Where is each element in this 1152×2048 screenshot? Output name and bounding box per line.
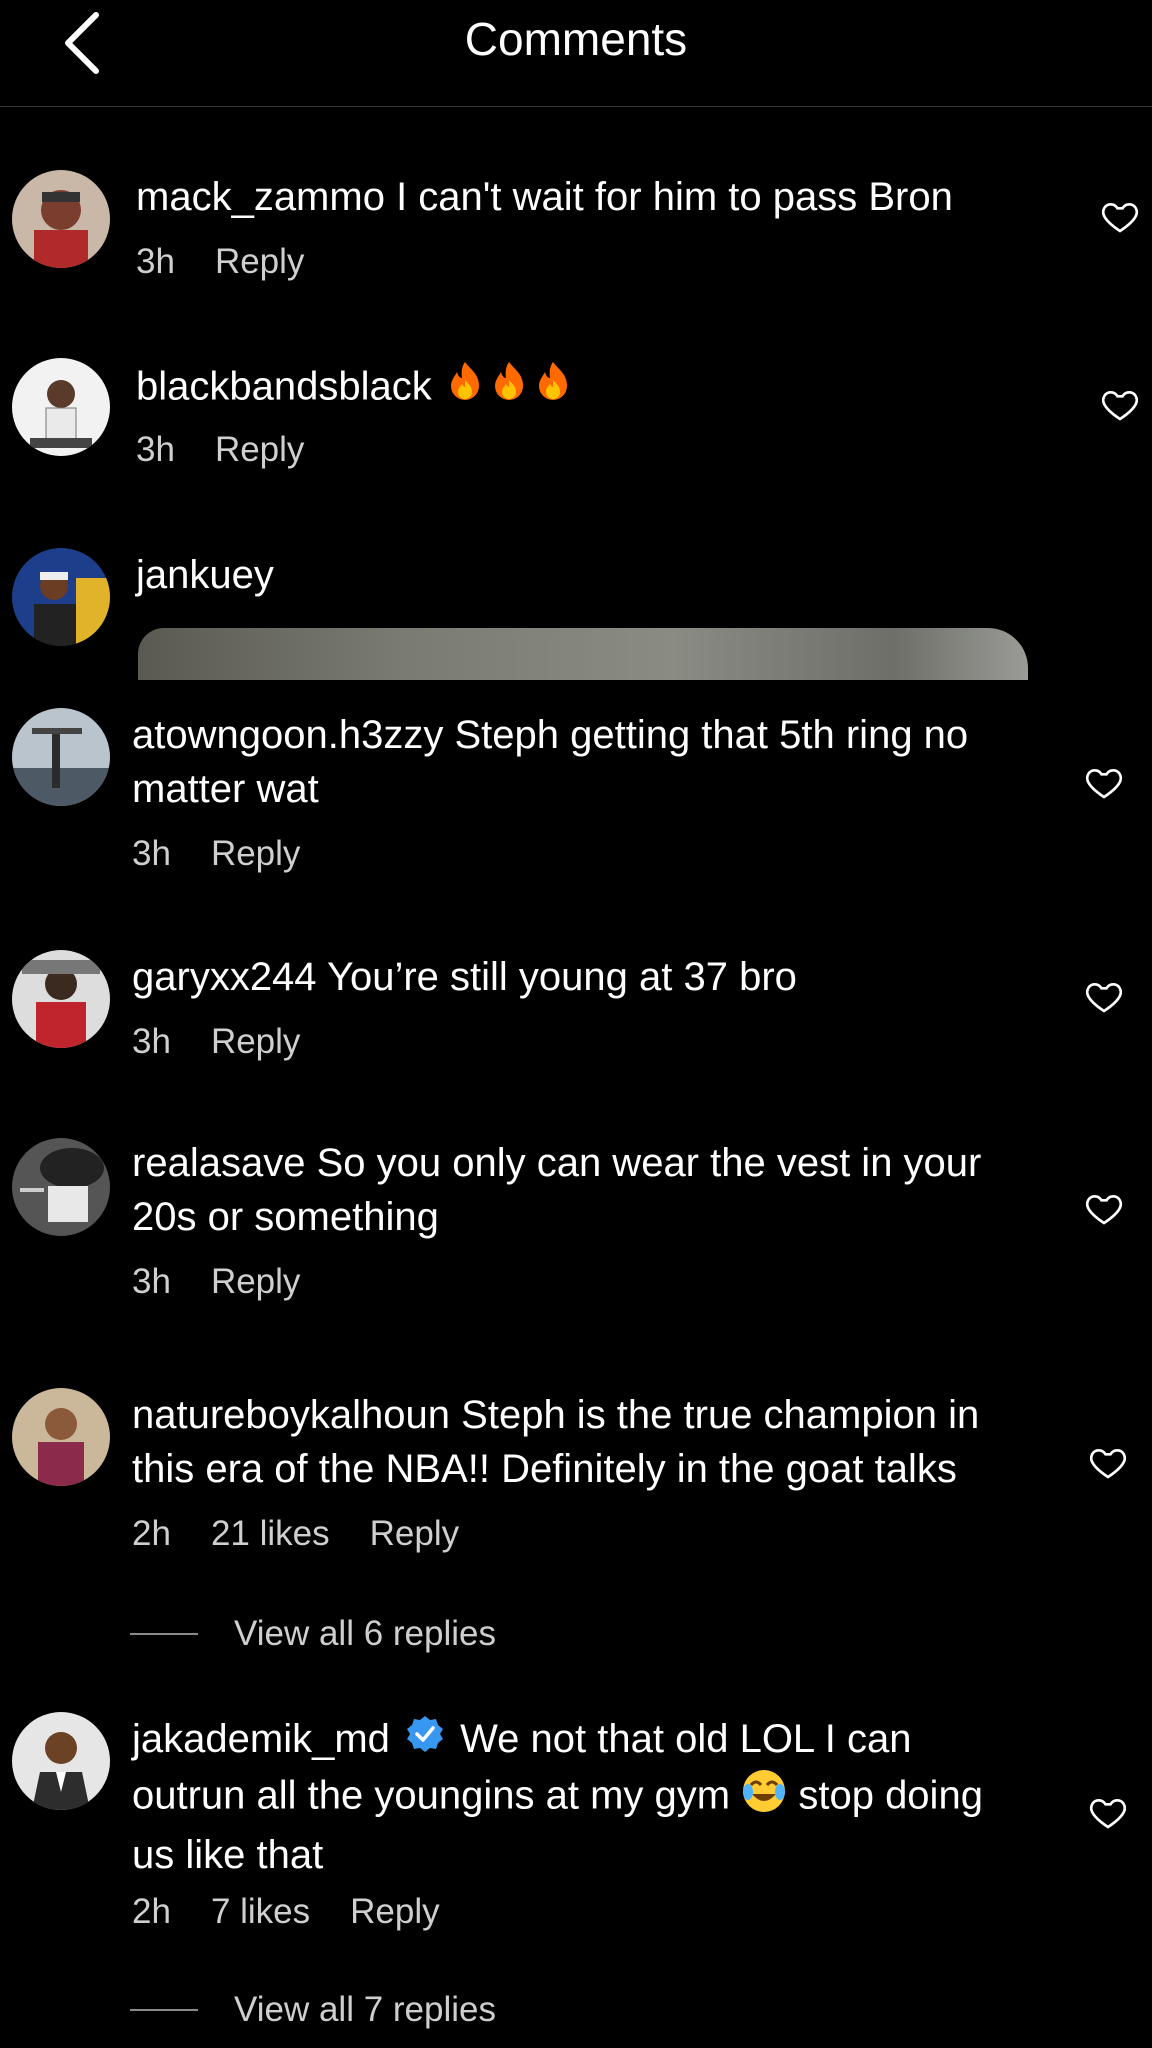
comment-username[interactable]: realasave [132, 1141, 305, 1185]
reply-button[interactable]: Reply [350, 1892, 439, 1932]
heart-outline-icon[interactable] [1084, 1188, 1124, 1228]
view-replies-button[interactable]: View all 6 replies [130, 1614, 496, 1654]
avatar[interactable] [12, 170, 110, 268]
divider [130, 2009, 198, 2011]
view-replies-button[interactable]: View all 7 replies [130, 1990, 496, 2030]
heart-outline-icon[interactable] [1084, 976, 1124, 1016]
comment-time: 3h [132, 1022, 171, 1061]
comment-username[interactable]: blackbandsblack [136, 365, 432, 409]
comment-text-line-2: this era of the NBA!! Definitely in the … [132, 1447, 957, 1491]
avatar[interactable] [12, 1388, 110, 1486]
avatar[interactable] [12, 950, 110, 1048]
comment-text-line-2b: stop doing [798, 1774, 983, 1818]
reply-button[interactable]: Reply [370, 1514, 459, 1554]
comment-text-line-2: matter wat [132, 767, 319, 811]
comment-username[interactable]: mack_zammo [136, 175, 385, 219]
gif-attachment[interactable] [138, 628, 1028, 680]
tears-of-joy-emoji [741, 1768, 787, 1828]
likes-count[interactable]: 7 likes [211, 1892, 310, 1932]
reply-button[interactable]: Reply [211, 834, 300, 874]
comment-time: 3h [132, 1262, 171, 1301]
comment-text-line-2: 20s or something [132, 1195, 439, 1239]
comment-time: 2h [132, 1892, 171, 1931]
avatar[interactable] [12, 1138, 110, 1236]
view-replies-label: View all 6 replies [234, 1614, 496, 1653]
page-title: Comments [464, 13, 688, 65]
comment-time: 3h [132, 834, 171, 873]
avatar[interactable] [12, 708, 110, 806]
heart-outline-icon[interactable] [1100, 196, 1140, 236]
comment-text: Steph is the true champion in [461, 1393, 980, 1437]
comment-time: 3h [136, 430, 175, 469]
reply-button[interactable]: Reply [215, 430, 304, 470]
heart-outline-icon[interactable] [1088, 1442, 1128, 1482]
comment-username[interactable]: natureboykalhoun [132, 1393, 450, 1437]
reply-button[interactable]: Reply [211, 1022, 300, 1062]
comments-header: Comments [0, 0, 1152, 107]
comment-username[interactable]: jankuey [136, 553, 274, 597]
avatar[interactable] [12, 1712, 110, 1810]
likes-count[interactable]: 21 likes [211, 1514, 330, 1554]
comment-username[interactable]: atowngoon.h3zzy [132, 713, 443, 757]
verified-badge-icon [405, 1714, 445, 1768]
reply-button[interactable]: Reply [211, 1262, 300, 1302]
comment-text-line-2: outrun all the youngins at my gym [132, 1774, 731, 1818]
heart-outline-icon[interactable] [1100, 384, 1140, 424]
heart-outline-icon[interactable] [1084, 762, 1124, 802]
comment-text: Steph getting that 5th ring no [454, 713, 969, 757]
comment-time: 2h [132, 1514, 171, 1553]
comment-time: 3h [136, 242, 175, 281]
avatar[interactable] [12, 358, 110, 456]
comment-text: You’re still young at 37 bro [326, 955, 797, 999]
comment-text: I can't wait for him to pass Bron [396, 175, 953, 219]
divider [130, 1633, 198, 1635]
fire-emoji [443, 358, 575, 420]
comment-username[interactable]: garyxx244 [132, 955, 317, 999]
view-replies-label: View all 7 replies [234, 1990, 496, 2029]
comment-text-line-3: us like that [132, 1833, 324, 1878]
comment-text: So you only can wear the vest in your [316, 1141, 982, 1185]
reply-button[interactable]: Reply [215, 242, 304, 282]
comment-username[interactable]: jakademik_md [132, 1717, 390, 1761]
avatar[interactable] [12, 548, 110, 646]
comment-text: We not that old LOL I can [460, 1717, 912, 1761]
heart-outline-icon[interactable] [1088, 1792, 1128, 1832]
